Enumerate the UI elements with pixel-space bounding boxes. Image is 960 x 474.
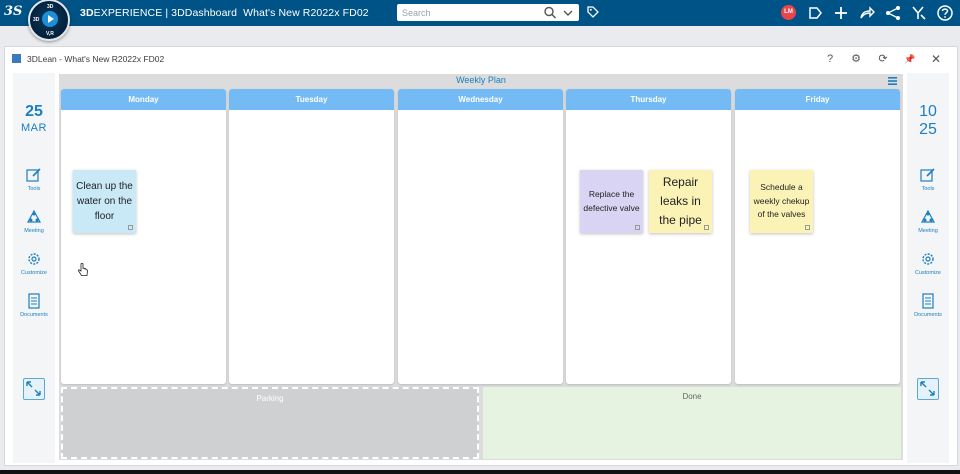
tools-icon[interactable] (910, 4, 928, 22)
compass-bottom-label: V,R (46, 31, 54, 37)
document-icon (28, 293, 40, 309)
column-header: Monday (61, 89, 226, 110)
sticky-note[interactable]: Clean up the water on the floor (73, 170, 136, 233)
play-icon (42, 11, 58, 27)
edit-icon (26, 168, 41, 182)
search-input[interactable] (402, 6, 537, 19)
column-header: Wednesday (398, 89, 563, 110)
done-title: Done (682, 392, 702, 401)
sticky-note[interactable]: Replace the defective valve (580, 170, 643, 233)
search-box[interactable] (397, 4, 579, 21)
note-text: Repair leaks in the pipe (659, 175, 702, 227)
document-icon (922, 293, 934, 309)
top-bar: 3S 3D 3D V,R 3DEXPERIENCE | 3DDashboard … (0, 0, 960, 41)
help-button[interactable]: ? (823, 52, 837, 66)
right-sidebar: 10 25 Tools Meeting Customize Documents (907, 73, 949, 463)
ds-logo: 3S (4, 4, 23, 19)
app-header: 3DLean - What's New R2022x FD02 ? ⚙ ⟳ 📌 … (5, 47, 957, 71)
date-month: MAR (21, 122, 47, 134)
app-frame: 3DLean - What's New R2022x FD02 ? ⚙ ⟳ 📌 … (4, 46, 958, 466)
compass-button[interactable]: 3D 3D V,R (28, 0, 70, 41)
dashboard-name: What's New R2022x FD02 (243, 7, 369, 19)
left-sidebar: 25 MAR Tools Meeting Customize Documents (13, 73, 55, 463)
app-title: 3DLean - What's New R2022x FD02 (27, 54, 165, 64)
documents-button[interactable]: Documents (907, 293, 949, 318)
edit-icon (920, 168, 935, 182)
compass-left-label: 3D (33, 17, 40, 23)
meeting-icon (920, 209, 936, 223)
column-friday[interactable]: Friday Schedule a weekly chekup of the v… (735, 89, 900, 384)
board-title: Weekly Plan (456, 75, 506, 85)
meeting-label: Meeting (918, 228, 938, 234)
note-text: Clean up the water on the floor (76, 181, 133, 222)
note-text: Replace the defective valve (583, 189, 640, 213)
sticky-note[interactable]: Schedule a weekly chekup of the valves (750, 170, 813, 233)
avatar[interactable]: LM (781, 5, 796, 20)
note-corner-icon (805, 225, 810, 230)
customize-button[interactable]: Customize (907, 251, 949, 276)
brand-rest: EXPERIENCE | 3DDashboard (93, 7, 238, 19)
expand-icon (26, 381, 41, 396)
parking-lane[interactable]: Parking (61, 387, 479, 459)
right-date-line2: 25 (919, 121, 937, 138)
weekly-plan-board: Weekly Plan Monday Clean up the water on… (59, 74, 903, 460)
date-day: 25 (25, 103, 43, 120)
column-tuesday[interactable]: Tuesday (229, 89, 394, 384)
share-icon[interactable] (858, 4, 876, 22)
documents-label: Documents (914, 312, 942, 318)
sticky-note[interactable]: Repair leaks in the pipe (649, 170, 712, 233)
network-icon[interactable] (884, 4, 902, 22)
customize-label: Customize (21, 270, 47, 276)
documents-label: Documents (20, 312, 48, 318)
settings-button[interactable]: ⚙ (849, 52, 863, 66)
note-corner-icon (128, 225, 133, 230)
meeting-button[interactable]: Meeting (13, 209, 55, 234)
tools-label: Tools (921, 186, 935, 192)
done-lane[interactable]: Done (483, 387, 901, 459)
column-header: Thursday (566, 89, 731, 110)
gear-icon (922, 253, 934, 265)
column-wednesday[interactable]: Wednesday (398, 89, 563, 384)
meeting-icon (26, 209, 42, 223)
search-icon[interactable] (543, 6, 557, 19)
note-corner-icon (704, 225, 709, 230)
bottom-strip (0, 470, 960, 474)
note-corner-icon (635, 225, 640, 230)
tools-button[interactable]: Tools (907, 167, 949, 192)
column-thursday[interactable]: Thursday Replace the defective valve Rep… (566, 89, 731, 384)
column-header: Tuesday (229, 89, 394, 110)
customize-label: Customize (915, 270, 941, 276)
tools-button[interactable]: Tools (13, 167, 55, 192)
pin-button[interactable]: 📌 (903, 52, 917, 66)
expand-button[interactable] (917, 378, 939, 400)
gear-icon (28, 253, 40, 265)
meeting-label: Meeting (24, 228, 44, 234)
menu-icon[interactable] (888, 77, 897, 85)
brand-strong: 3D (80, 7, 94, 19)
expand-button[interactable] (23, 378, 45, 400)
hand-cursor-icon (78, 263, 88, 276)
close-button[interactable]: ✕ (929, 52, 943, 66)
column-header: Friday (735, 89, 900, 110)
expand-icon (920, 381, 935, 396)
plus-icon[interactable] (832, 4, 850, 22)
refresh-button[interactable]: ⟳ (876, 52, 890, 66)
parking-title: Parking (256, 394, 284, 403)
tag-icon[interactable] (586, 5, 600, 19)
tools-label: Tools (27, 186, 41, 192)
brand-title: 3DEXPERIENCE | 3DDashboard What's New R2… (80, 7, 369, 19)
compass-top-label: 3D (47, 4, 54, 10)
help-icon[interactable] (936, 4, 954, 22)
chevron-down-icon[interactable] (562, 6, 574, 19)
documents-button[interactable]: Documents (13, 293, 55, 318)
note-text: Schedule a weekly chekup of the valves (753, 182, 810, 220)
meeting-button[interactable]: Meeting (907, 209, 949, 234)
right-date-line1: 10 (919, 103, 937, 120)
customize-button[interactable]: Customize (13, 251, 55, 276)
app-icon (12, 54, 21, 63)
column-monday[interactable]: Monday Clean up the water on the floor (61, 89, 226, 384)
share-app-icon[interactable] (806, 4, 824, 22)
